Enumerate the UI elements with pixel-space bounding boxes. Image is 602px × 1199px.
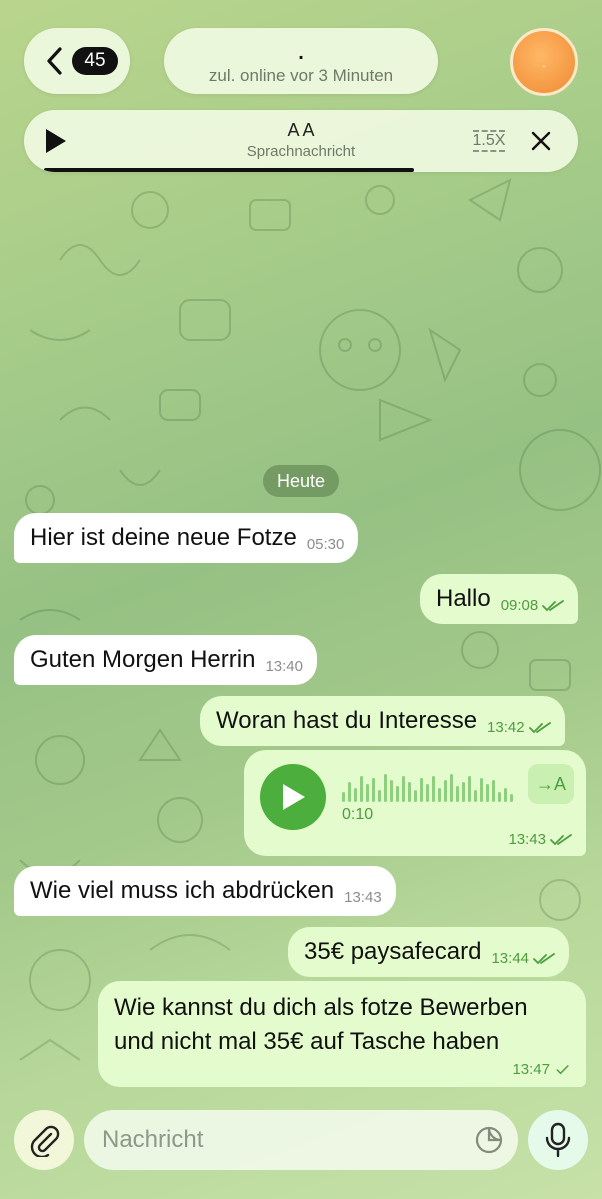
message-meta: 13:43 bbox=[508, 831, 572, 848]
unread-count-badge: 45 bbox=[72, 47, 118, 75]
voice-play-button[interactable] bbox=[260, 764, 326, 830]
message-meta: 13:42 bbox=[487, 719, 551, 736]
voice-waveform[interactable] bbox=[342, 772, 513, 802]
message-text: Wie viel muss ich abdrücken bbox=[30, 877, 335, 904]
waveform-bar bbox=[390, 780, 393, 802]
message-input[interactable] bbox=[102, 1126, 462, 1154]
close-icon[interactable] bbox=[530, 130, 552, 152]
waveform-bar bbox=[456, 786, 459, 802]
message-time: 13:40 bbox=[265, 658, 303, 675]
message-incoming[interactable]: Wie viel muss ich abdrücken 13:43 bbox=[14, 866, 396, 916]
message-time: 13:43 bbox=[344, 889, 382, 906]
message-meta: 09:08 bbox=[501, 597, 565, 614]
single-check-icon bbox=[556, 1064, 569, 1074]
playback-speed-label: 1.5X bbox=[472, 132, 506, 149]
waveform-bar bbox=[402, 776, 405, 802]
waveform-bar bbox=[366, 784, 369, 802]
message-text: Hier ist deine neue Fotze bbox=[30, 524, 297, 551]
back-chevron-icon bbox=[47, 47, 62, 75]
waveform-bar bbox=[438, 788, 441, 802]
message-text: Guten Morgen Herrin bbox=[30, 646, 256, 673]
double-check-icon bbox=[550, 833, 572, 845]
chat-title[interactable]: . zul. online vor 3 Minuten bbox=[164, 28, 438, 94]
double-check-icon bbox=[528, 721, 551, 733]
voice-message[interactable]: 0:10 →A 13:43 bbox=[244, 750, 586, 856]
waveform-bar bbox=[372, 778, 375, 802]
paperclip-icon bbox=[30, 1125, 60, 1157]
message-incoming[interactable]: Guten Morgen Herrin 13:40 bbox=[14, 635, 317, 685]
waveform-bar bbox=[396, 786, 399, 802]
waveform-bar bbox=[504, 788, 507, 802]
message-outgoing[interactable]: Woran hast du Interesse 13:42 bbox=[200, 696, 565, 746]
waveform-bar bbox=[492, 780, 495, 802]
double-check-icon bbox=[542, 599, 565, 611]
waveform-bar bbox=[432, 776, 435, 802]
waveform-bar bbox=[354, 788, 357, 802]
avatar[interactable]: . bbox=[510, 28, 578, 96]
message-text: Hallo bbox=[436, 585, 491, 612]
chat-status: zul. online vor 3 Minuten bbox=[208, 66, 394, 85]
message-text: Woran hast du Interesse bbox=[216, 707, 478, 734]
date-chip: Heute bbox=[263, 465, 339, 497]
double-check-icon bbox=[533, 952, 555, 964]
message-incoming[interactable]: Hier ist deine neue Fotze 05:30 bbox=[14, 513, 359, 563]
waveform-bar bbox=[348, 782, 351, 802]
message-outgoing[interactable]: Hallo 09:08 bbox=[420, 574, 579, 624]
waveform-bar bbox=[510, 794, 513, 802]
waveform-bar bbox=[480, 778, 483, 802]
waveform-bar bbox=[468, 776, 471, 802]
voice-duration: 0:10 bbox=[342, 806, 374, 823]
translate-icon[interactable]: →A bbox=[528, 764, 574, 804]
waveform-bar bbox=[378, 790, 381, 802]
chat-name: . bbox=[298, 42, 304, 64]
voice-player-bar[interactable]: A A Sprachnachricht 1.5X bbox=[24, 110, 578, 172]
back-button[interactable]: 45 bbox=[24, 28, 130, 94]
waveform-bar bbox=[486, 784, 489, 802]
message-outgoing[interactable]: Wie kannst du dich als fotze Bewerben un… bbox=[98, 981, 586, 1087]
waveform-bar bbox=[384, 774, 387, 802]
message-text-line-2: und nicht mal 35€ auf Tasche haben bbox=[114, 1028, 500, 1055]
avatar-initial: . bbox=[542, 54, 546, 70]
waveform-bar bbox=[408, 782, 411, 802]
waveform-bar bbox=[360, 776, 363, 802]
voice-record-button[interactable] bbox=[528, 1110, 588, 1170]
player-progress[interactable] bbox=[44, 168, 414, 172]
message-input-field[interactable] bbox=[84, 1110, 518, 1170]
waveform-bar bbox=[426, 784, 429, 802]
waveform-bar bbox=[414, 790, 417, 802]
message-time: 05:30 bbox=[306, 536, 345, 553]
playback-speed-icon[interactable]: 1.5X bbox=[470, 125, 508, 157]
sticker-icon[interactable] bbox=[474, 1125, 504, 1155]
play-icon bbox=[283, 784, 305, 810]
microphone-icon bbox=[545, 1122, 571, 1158]
message-text-line-1: Wie kannst du dich als fotze Bewerben bbox=[114, 994, 528, 1021]
waveform-bar bbox=[498, 792, 501, 802]
waveform-bar bbox=[462, 782, 465, 802]
waveform-bar bbox=[342, 792, 345, 802]
waveform-bar bbox=[450, 774, 453, 802]
attach-button[interactable] bbox=[14, 1110, 74, 1170]
message-meta: 13:44 bbox=[491, 950, 555, 967]
waveform-bar bbox=[444, 780, 447, 802]
message-text: 35€ paysafecard bbox=[304, 938, 482, 965]
waveform-bar bbox=[474, 790, 477, 802]
waveform-bar bbox=[420, 778, 423, 802]
message-outgoing[interactable]: 35€ paysafecard 13:44 bbox=[288, 927, 570, 977]
message-meta: 13:47 bbox=[512, 1061, 572, 1078]
